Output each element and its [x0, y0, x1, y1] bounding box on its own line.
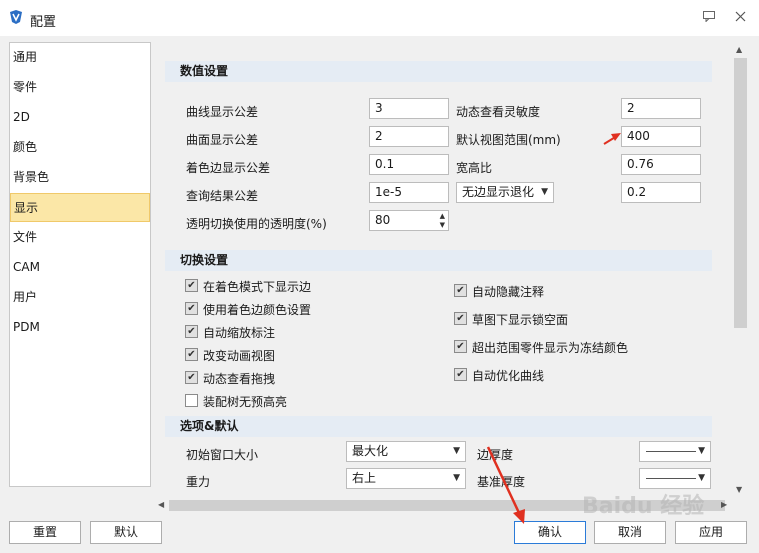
- annotation-arrows: [486, 133, 621, 524]
- arrow-to-view-range: [603, 133, 621, 145]
- watermark: Baidu 经验: [582, 494, 705, 519]
- config-dialog: 配置 通用 零件 2D 颜色 背景色 显示 文件 CAM 用户 PDM 数值设置 曲线显示公差 3…: [0, 0, 759, 553]
- arrow-to-ok-button: [486, 446, 525, 524]
